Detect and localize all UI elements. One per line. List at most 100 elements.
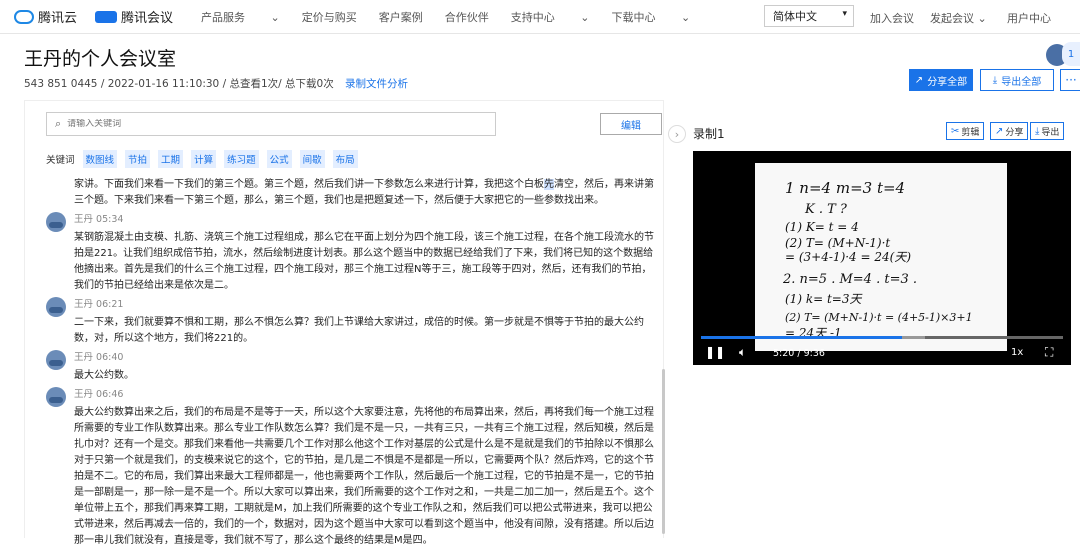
page-title: 王丹的个人会议室 [24, 48, 177, 70]
share-button[interactable]: ↗ 分享 [990, 122, 1029, 140]
avatar [46, 387, 66, 407]
collapse-toggle-icon[interactable]: › [668, 125, 686, 143]
share-icon: ↗ [914, 74, 924, 86]
video-player[interactable]: 1 n=4 m=3 t=4 K . T ? (1) K= t = 4 (2) T… [693, 151, 1071, 365]
keyword-tag[interactable]: 节拍 [125, 150, 151, 168]
view-stats: / 总查看1次/ 总下载0次 [222, 78, 334, 90]
clip-label: 剪辑 [961, 127, 980, 138]
host-meeting-link[interactable]: 发起会议 ⌄ [930, 10, 987, 26]
buffer-bar [900, 336, 926, 339]
whiteboard-line: = (3+4-1)·4 = 24(天) [785, 250, 911, 264]
keyword-tag[interactable]: 数图线 [82, 150, 118, 168]
meeting-logo-icon [95, 10, 118, 23]
recording-title: 录制1 [693, 127, 725, 141]
transcript-paragraph[interactable]: 家讲。下面我们来看一下我们的第三个题。第三个题，然后我们讲一下参数怎么来进行计算… [74, 177, 658, 209]
user-center-link[interactable]: 用户中心 [1007, 10, 1051, 26]
cloud-icon [14, 9, 34, 24]
language-value: 简体中文 [773, 10, 817, 23]
keyword-tag[interactable]: 计算 [191, 150, 217, 168]
speaker-header: 王丹 06:46 [46, 387, 662, 407]
volume-icon[interactable]: 🔈︎ [739, 345, 746, 360]
pause-icon[interactable]: ❚❚ [705, 345, 725, 359]
speaker-name-time: 王丹 05:34 [74, 214, 124, 225]
speaker-header: 王丹 05:34 [46, 212, 662, 232]
progress-fill [701, 336, 903, 339]
nav-partners[interactable]: 合作伙伴 [445, 9, 489, 25]
video-progress-bar[interactable] [701, 336, 1063, 339]
text-segment: 家讲。下面我们来看一下我们的第三个题。第三个题，然后我们讲一下参数怎么来进行计算… [74, 179, 544, 190]
keyword-tag[interactable]: 练习题 [224, 150, 259, 168]
transcript-list: 家讲。下面我们来看一下我们的第三个题。第三个题，然后我们讲一下参数怎么来进行计算… [46, 177, 662, 549]
transcript-panel: ⌕ 编辑 关键词 数图线 节拍 工期 计算 练习题 公式 间歇 布局 家讲。下面… [24, 100, 665, 546]
analysis-link[interactable]: 录制文件分析 [345, 78, 408, 90]
tencent-meeting-logo[interactable]: 腾讯会议 [95, 7, 173, 26]
scissors-icon: ✂ [951, 125, 960, 137]
speaker-name-time: 王丹 06:21 [74, 299, 124, 310]
meeting-id: 543 851 0445 [24, 78, 98, 90]
whiteboard-line: (2) T= (M+N-1)·t = (4+5-1)×3+1 [785, 311, 973, 324]
whiteboard-line: (1) k= t=3天 [785, 292, 863, 306]
transcript-paragraph[interactable]: 二一下来，我们就要算不惧和工期，那么不惧怎么算？我们上节课给大家讲过，成倍的时候… [74, 315, 658, 347]
tencent-cloud-logo[interactable]: 腾讯云 [14, 7, 77, 26]
join-meeting-link[interactable]: 加入会议 [870, 10, 914, 26]
avatar [46, 297, 66, 317]
more-button[interactable]: ··· [1060, 69, 1080, 91]
edit-button[interactable]: 编辑 [600, 113, 662, 135]
whiteboard-frame: 1 n=4 m=3 t=4 K . T ? (1) K= t = 4 (2) T… [755, 163, 1007, 351]
highlighted-word: 先 [544, 179, 554, 190]
export-all-label: 导出全部 [1001, 76, 1042, 88]
transcript-paragraph[interactable]: 最大公约数算出来之后，我们的布局是不是等于一天，所以这个大家要注意，先将他的布局… [74, 405, 658, 549]
download-icon: ⤓ [992, 74, 998, 86]
avatar [46, 350, 66, 370]
share-all-button[interactable]: ↗ 分享全部 [909, 69, 973, 91]
brand1-label: 腾讯云 [38, 11, 78, 26]
speaker-header: 王丹 06:40 [46, 350, 662, 370]
nav-support[interactable]: 支持中心 ⌄ [511, 9, 590, 25]
download-icon: ⤓ [1035, 125, 1040, 137]
notification-badge[interactable]: 1 [1062, 42, 1080, 66]
speaker-header: 王丹 06:21 [46, 297, 662, 317]
speed-button[interactable]: 1x [1011, 347, 1023, 358]
time-display: 5:20 / 9:36 [773, 348, 825, 359]
keyword-tag[interactable]: 间歇 [299, 150, 325, 168]
main-nav: 产品服务 ⌄ 定价与购买 客户案例 合作伙伴 支持中心 ⌄ 下载中心 ⌄ [201, 9, 712, 25]
search-icon: ⌕ [55, 117, 62, 130]
whiteboard-line: (1) K= t = 4 [785, 220, 859, 234]
speaker-name-time: 王丹 06:40 [74, 352, 124, 363]
keywords-label: 关键词 [46, 155, 75, 166]
avatar [46, 212, 66, 232]
top-navigation-bar: 腾讯云 腾讯会议 产品服务 ⌄ 定价与购买 客户案例 合作伙伴 支持中心 ⌄ 下… [0, 0, 1080, 34]
search-input[interactable] [67, 119, 468, 129]
brand2-label: 腾讯会议 [121, 11, 174, 26]
share-label: 分享 [1005, 127, 1024, 138]
keyword-tag[interactable]: 工期 [158, 150, 184, 168]
nav-pricing[interactable]: 定价与购买 [302, 9, 357, 25]
whiteboard-line: K . T ? [804, 202, 848, 217]
export-all-button[interactable]: ⤓ 导出全部 [980, 69, 1054, 91]
clip-button[interactable]: ✂ 剪辑 [946, 122, 985, 140]
share-all-label: 分享全部 [927, 76, 968, 88]
keyword-row: 关键词 数图线 节拍 工期 计算 练习题 公式 间歇 布局 [46, 150, 358, 168]
meeting-meta: 543 851 0445 / 2022-01-16 11:10:30 / 总查看… [24, 76, 408, 91]
export-label: 导出 [1041, 127, 1060, 138]
whiteboard-content: 1 n=4 m=3 t=4 K . T ? (1) K= t = 4 (2) T… [782, 179, 973, 340]
transcript-paragraph[interactable]: 某钢筋混凝土由支模、扎筋、浇筑三个施工过程组成，那么它在平面上划分为四个施工段，… [74, 230, 658, 294]
keyword-tag[interactable]: 布局 [332, 150, 358, 168]
export-button[interactable]: ⤓ 导出 [1030, 122, 1065, 140]
nav-cases[interactable]: 客户案例 [379, 9, 423, 25]
scrollbar[interactable] [662, 369, 665, 534]
whiteboard-line: (2) T= (M+N-1)·t [785, 236, 890, 250]
fullscreen-icon[interactable]: ⛶ [1045, 345, 1053, 360]
search-box[interactable]: ⌕ [46, 112, 496, 136]
language-select[interactable]: 简体中文 ▾ [764, 5, 854, 27]
speaker-name-time: 王丹 06:46 [74, 389, 124, 400]
transcript-paragraph[interactable]: 最大公约数。 [74, 368, 658, 384]
meeting-datetime: / 2022-01-16 11:10:30 [100, 78, 220, 90]
nav-products[interactable]: 产品服务 ⌄ [201, 9, 280, 25]
nav-download[interactable]: 下载中心 ⌄ [611, 9, 690, 25]
whiteboard-line: 1 n=4 m=3 t=4 [785, 179, 905, 197]
chevron-down-icon: ▾ [842, 9, 847, 19]
whiteboard-line: 2. n=5 . M=4 . t=3 . [782, 272, 917, 287]
share-icon: ↗ [995, 125, 1004, 137]
keyword-tag[interactable]: 公式 [266, 150, 292, 168]
